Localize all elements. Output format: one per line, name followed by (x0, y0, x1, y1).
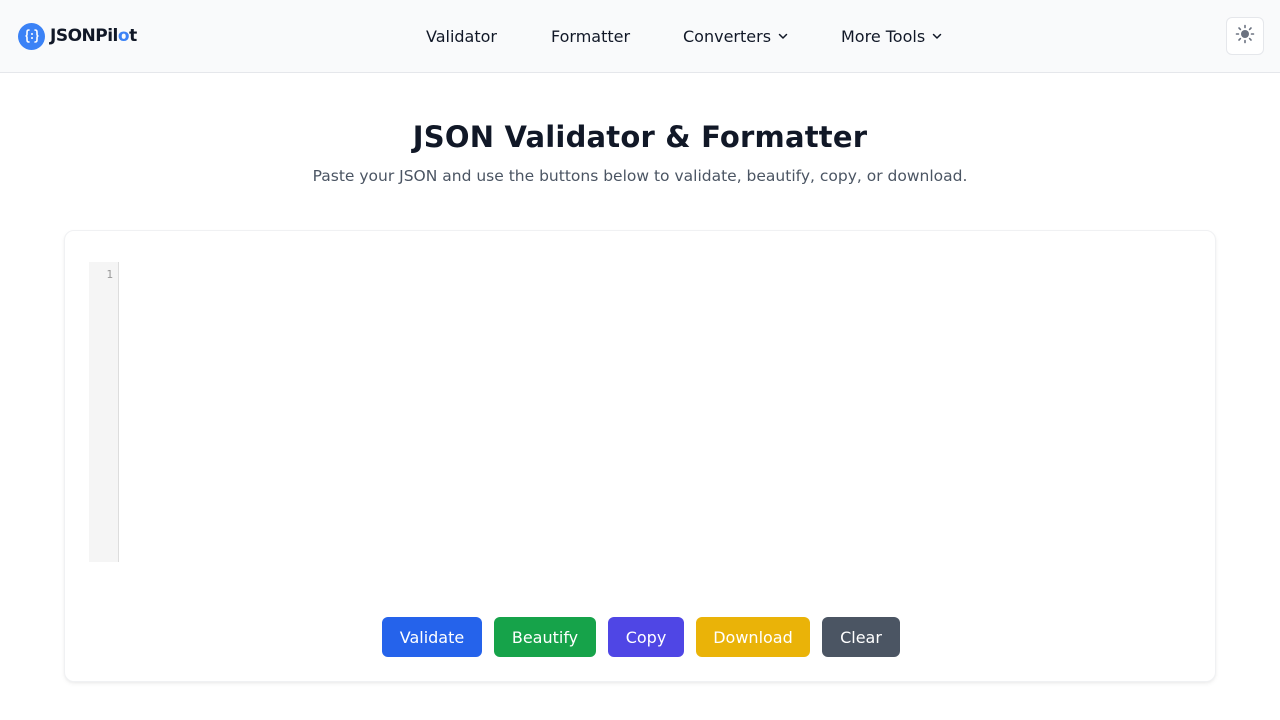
copy-button[interactable]: Copy (608, 617, 684, 657)
json-editor[interactable]: 1 (89, 262, 1193, 562)
nav-validator[interactable]: Validator (426, 26, 497, 46)
download-button[interactable]: Download (696, 617, 810, 657)
beautify-button[interactable]: Beautify (494, 617, 596, 657)
nav-converters[interactable]: Converters (683, 26, 789, 46)
action-bar: Validate Beautify Copy Download Clear (65, 617, 1217, 657)
editor-card: 1 Validate Beautify Copy Download Clear (64, 230, 1216, 682)
sun-icon (1235, 24, 1255, 48)
site-header: JSONPilot Validator Formatter Converters… (0, 0, 1280, 73)
nav-formatter[interactable]: Formatter (551, 26, 630, 46)
nav-more-tools-label: More Tools (841, 26, 926, 46)
clear-button[interactable]: Clear (822, 617, 900, 657)
json-input[interactable] (120, 262, 1193, 562)
page-subtitle: Paste your JSON and use the buttons belo… (312, 167, 968, 185)
line-number-gutter: 1 (89, 262, 119, 562)
validate-button[interactable]: Validate (382, 617, 482, 657)
main-nav: Validator Formatter Converters More Tool… (0, 0, 1280, 72)
line-number: 1 (106, 268, 113, 281)
nav-formatter-label: Formatter (551, 26, 631, 46)
nav-converters-label: Converters (683, 26, 772, 46)
page-title: JSON Validator & Formatter (412, 120, 868, 154)
theme-toggle-button[interactable] (1226, 17, 1264, 55)
chevron-down-icon (931, 27, 943, 46)
chevron-down-icon (777, 27, 789, 46)
nav-validator-label: Validator (426, 26, 497, 46)
nav-more-tools[interactable]: More Tools (841, 26, 943, 46)
